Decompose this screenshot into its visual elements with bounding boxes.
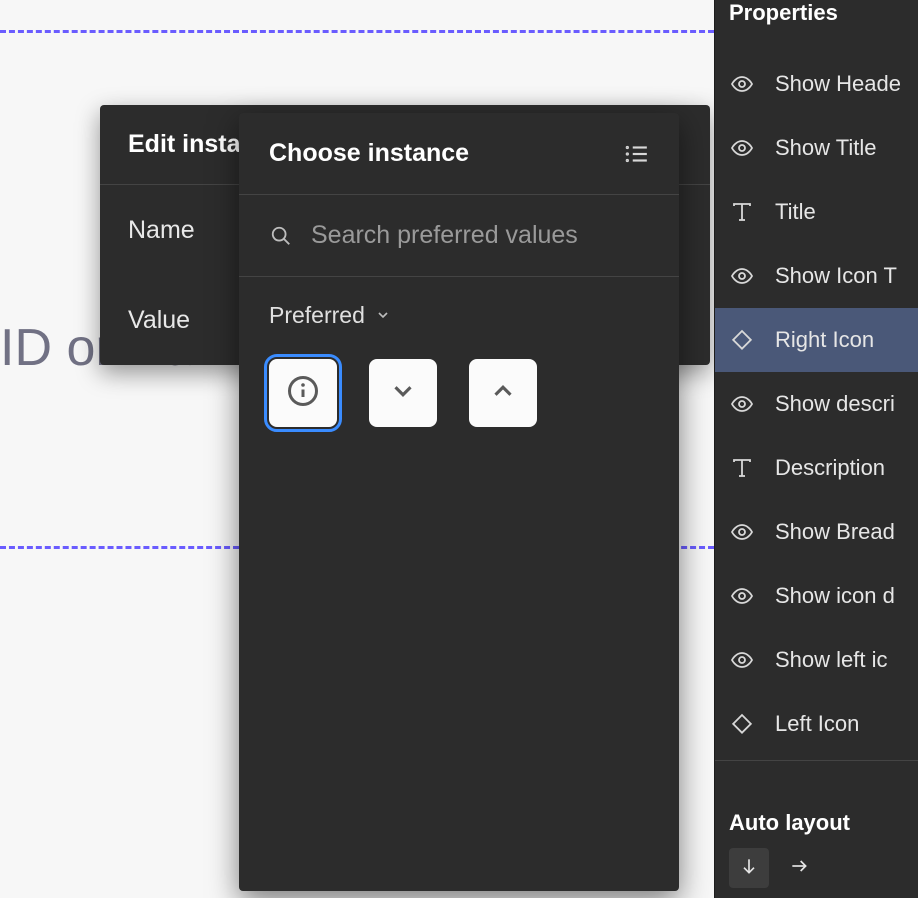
chevron-up-icon [488, 376, 518, 411]
property-row[interactable]: Right Icon [715, 308, 918, 372]
search-input[interactable] [311, 221, 649, 250]
row-label: Name [128, 216, 195, 245]
property-label: Show Bread [775, 519, 895, 545]
property-label: Show descri [775, 391, 895, 417]
property-label: Right Icon [775, 327, 874, 353]
property-row[interactable]: Description [715, 436, 918, 500]
property-row[interactable]: Show Icon T [715, 244, 918, 308]
property-row[interactable]: Show icon d [715, 564, 918, 628]
icon-options-grid [239, 345, 679, 441]
instance-property-icon [729, 327, 755, 353]
icon-option-chevron-down[interactable] [369, 359, 437, 427]
properties-panel: Properties Show Heade Show Title Title Show… [714, 0, 918, 898]
visibility-property-icon [729, 135, 755, 161]
instance-property-icon [729, 711, 755, 737]
property-label: Title [775, 199, 816, 225]
property-row[interactable]: Show descri [715, 372, 918, 436]
info-icon [285, 373, 321, 414]
auto-layout-vertical-button[interactable] [729, 848, 769, 888]
property-row[interactable]: Title [715, 180, 918, 244]
auto-layout-horizontal-button[interactable] [779, 848, 819, 888]
visibility-property-icon [729, 71, 755, 97]
arrow-right-icon [789, 856, 809, 881]
property-label: Left Icon [775, 711, 859, 737]
property-row[interactable]: Show Bread [715, 500, 918, 564]
property-label: Show Icon T [775, 263, 897, 289]
icon-option-chevron-up[interactable] [469, 359, 537, 427]
visibility-property-icon [729, 647, 755, 673]
visibility-property-icon [729, 519, 755, 545]
preferred-dropdown[interactable]: Preferred [239, 285, 679, 345]
list-view-icon[interactable] [623, 141, 649, 167]
row-label: Value [128, 306, 190, 335]
choose-instance-title: Choose instance [269, 139, 469, 168]
property-row[interactable]: Left Icon [715, 692, 918, 756]
edit-instance-title: Edit instan [128, 130, 256, 159]
property-label: Description [775, 455, 885, 481]
auto-layout-section-title: Auto layout [715, 804, 918, 848]
property-label: Show Title [775, 135, 877, 161]
chevron-down-icon [388, 376, 418, 411]
selection-guide-top [0, 30, 714, 33]
search-row [239, 195, 679, 277]
preferred-label: Preferred [269, 302, 365, 329]
visibility-property-icon [729, 583, 755, 609]
visibility-property-icon [729, 391, 755, 417]
property-label: Show left ic [775, 647, 888, 673]
property-label: Show icon d [775, 583, 895, 609]
section-divider [715, 760, 918, 804]
choose-instance-panel: Choose instance Preferred [239, 113, 679, 891]
property-row[interactable]: Show Heade [715, 52, 918, 116]
choose-instance-header: Choose instance [239, 113, 679, 195]
property-row[interactable]: Show left ic [715, 628, 918, 692]
icon-option-info[interactable] [269, 359, 337, 427]
property-row[interactable]: Show Title [715, 116, 918, 180]
chevron-down-icon [375, 307, 391, 323]
auto-layout-controls [715, 848, 918, 888]
property-label: Show Heade [775, 71, 901, 97]
search-icon [269, 224, 293, 248]
properties-section-title: Properties [715, 0, 918, 26]
arrow-down-icon [739, 856, 759, 881]
visibility-property-icon [729, 263, 755, 289]
text-property-icon [729, 455, 755, 481]
text-property-icon [729, 199, 755, 225]
